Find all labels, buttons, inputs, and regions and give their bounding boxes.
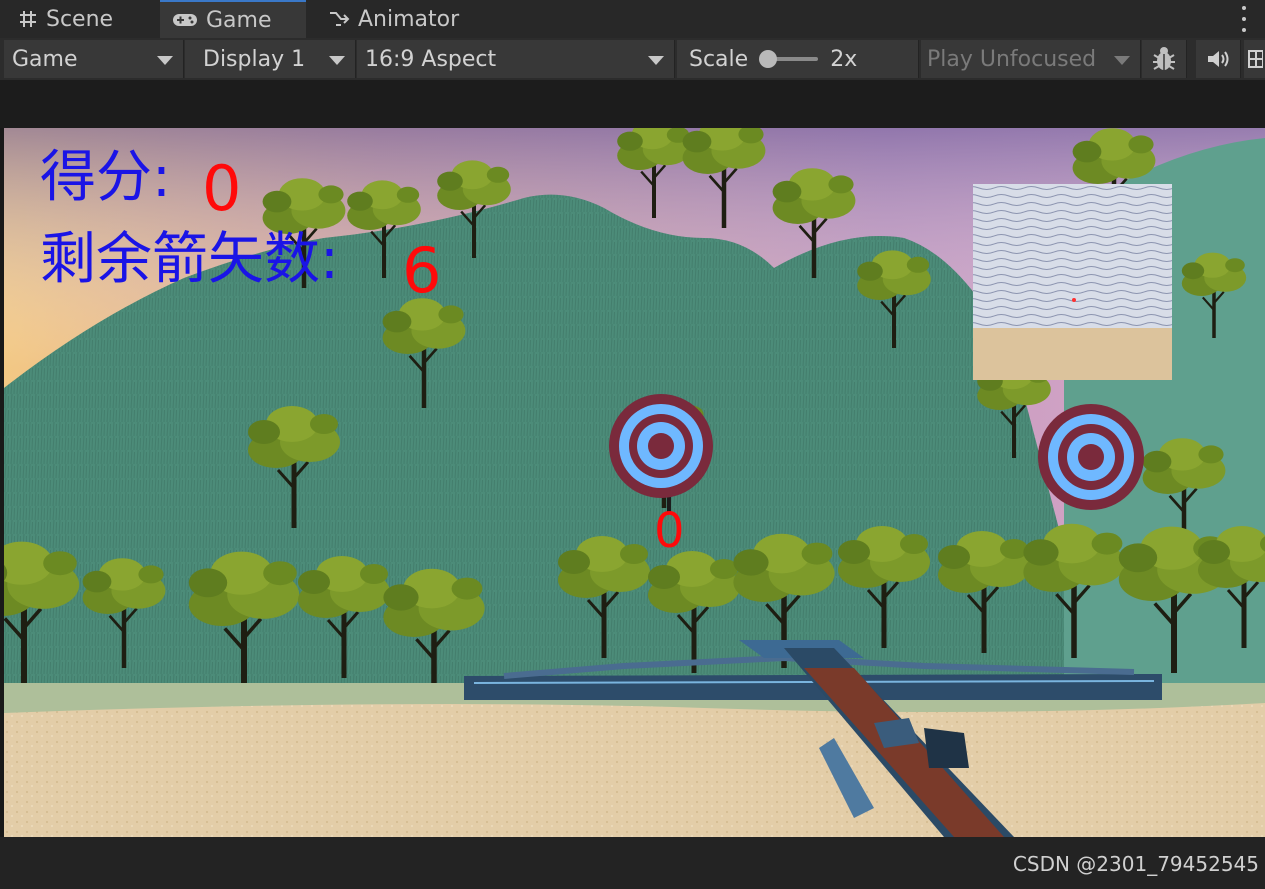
chevron-down-icon [1114, 56, 1130, 65]
score-value: 0 [202, 152, 242, 225]
scale-control: Scale 2x [677, 40, 919, 78]
arrows-remaining-label: 剩余箭矢数: [40, 227, 339, 292]
view-select-value: Game [12, 46, 78, 72]
target-score-label: 0 [654, 503, 685, 559]
game-viewport[interactable]: 得分: 0 剩余箭矢数: 6 0 [4, 128, 1265, 837]
aspect-select[interactable]: 16:9 Aspect [357, 40, 675, 78]
chevron-down-icon [157, 56, 173, 65]
play-mode-select[interactable]: Play Unfocused [921, 40, 1141, 78]
game-view-letterbox-top [0, 80, 1265, 128]
tab-game[interactable]: Game [160, 0, 306, 38]
game-view-toolbar: Game Display 1 16:9 Aspect Scale 2x Play… [0, 38, 1265, 80]
minimap-view [973, 184, 1172, 380]
grid-icon [18, 9, 38, 29]
play-mode-value: Play Unfocused [927, 46, 1097, 72]
scale-slider[interactable] [758, 50, 819, 68]
watermark-text: CSDN @2301_79452545 [1012, 852, 1259, 876]
branch-icon [328, 9, 350, 29]
editor-tab-bar: Scene Game Animator [0, 0, 1265, 39]
aspect-select-value: 16:9 Aspect [365, 46, 497, 72]
tab-game-label: Game [206, 7, 272, 33]
bug-icon[interactable] [1142, 40, 1187, 78]
score-label: 得分: [40, 145, 171, 210]
tab-animator-label: Animator [358, 6, 460, 32]
scale-slider-handle[interactable] [758, 50, 777, 68]
view-select[interactable]: Game [4, 40, 184, 78]
tab-scene-label: Scene [46, 6, 114, 32]
gamepad-icon [172, 11, 198, 29]
more-options-icon[interactable] [1241, 6, 1247, 32]
scale-label: Scale [689, 46, 749, 72]
scale-value: 2x [830, 46, 858, 72]
arrows-remaining-value: 6 [402, 234, 442, 307]
display-select-value: Display 1 [203, 46, 306, 72]
stats-icon[interactable] [1244, 40, 1265, 78]
chevron-down-icon [648, 56, 664, 65]
audio-icon[interactable] [1196, 40, 1241, 78]
tab-animator[interactable]: Animator [328, 0, 459, 38]
chevron-down-icon [329, 56, 345, 65]
display-select[interactable]: Display 1 [185, 40, 356, 78]
target-right[interactable] [1038, 404, 1144, 510]
tab-scene[interactable]: Scene [18, 0, 113, 38]
